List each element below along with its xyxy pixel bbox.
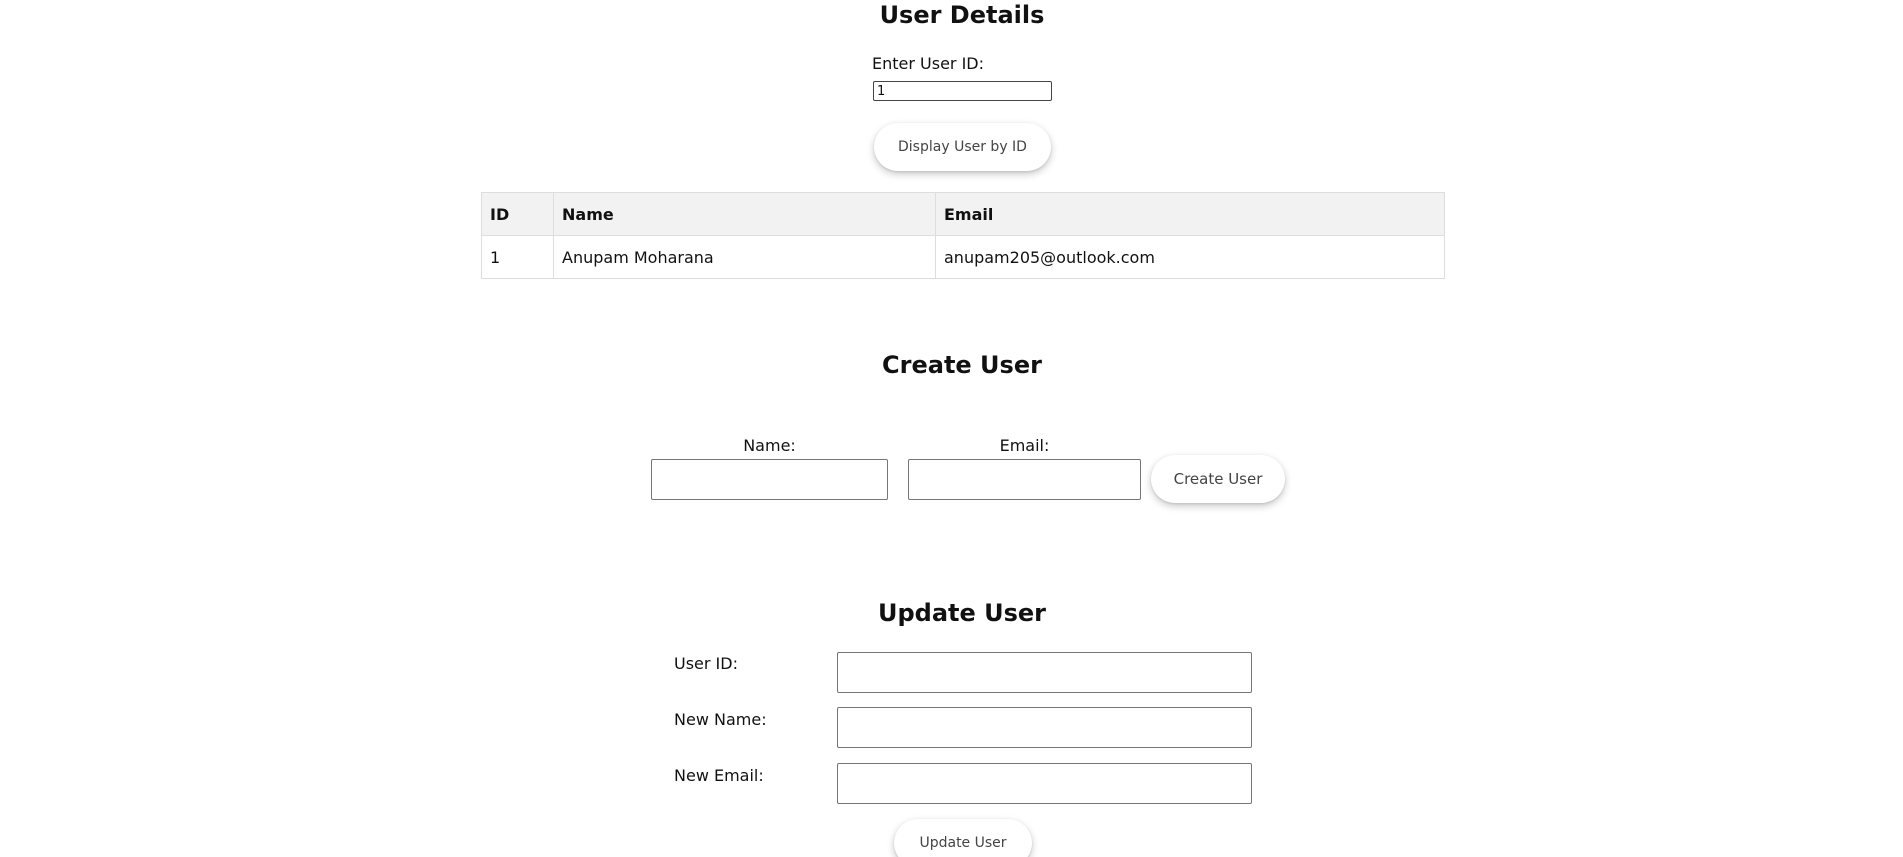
update-name-label: New Name:: [674, 710, 767, 729]
table-cell-name: Anupam Moharana: [553, 235, 936, 279]
table-row: 1 Anupam Moharana anupam205@outlook.com: [481, 235, 1445, 279]
update-id-input[interactable]: [837, 652, 1252, 693]
update-email-label: New Email:: [674, 766, 764, 785]
update-id-label: User ID:: [674, 654, 738, 673]
user-id-input[interactable]: [873, 81, 1052, 101]
table-header-id: ID: [481, 192, 554, 236]
create-email-input[interactable]: [908, 459, 1141, 500]
table-header-row: ID Name Email: [481, 192, 1445, 236]
update-name-input[interactable]: [837, 707, 1252, 748]
create-user-title: Create User: [882, 351, 1042, 379]
users-table: ID Name Email 1 Anupam Moharana anupam20…: [481, 192, 1445, 279]
create-name-label: Name:: [743, 436, 796, 455]
display-user-button[interactable]: Display User by ID: [874, 123, 1051, 171]
create-user-button[interactable]: Create User: [1151, 455, 1285, 503]
table-cell-email: anupam205@outlook.com: [935, 235, 1445, 279]
update-user-title: Update User: [877, 599, 1047, 627]
user-id-label: Enter User ID:: [872, 54, 985, 73]
table-cell-id: 1: [481, 235, 554, 279]
create-email-label: Email:: [999, 436, 1050, 455]
user-details-title: User Details: [879, 1, 1045, 29]
update-email-input[interactable]: [837, 763, 1252, 804]
table-header-email: Email: [935, 192, 1445, 236]
update-user-button[interactable]: Update User: [894, 819, 1032, 857]
create-name-input[interactable]: [651, 459, 888, 500]
table-header-name: Name: [553, 192, 936, 236]
